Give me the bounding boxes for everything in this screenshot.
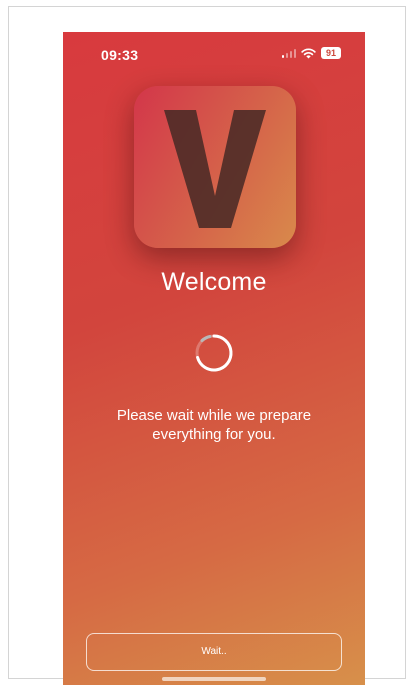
wait-button[interactable]: Wait.. (86, 633, 342, 671)
app-logo-icon (134, 86, 296, 248)
wait-message: Please wait while we prepare everything … (93, 406, 335, 444)
battery-icon: 91 (321, 47, 341, 59)
signal-icon (281, 48, 296, 58)
wait-message-line-2: everything for you. (152, 426, 276, 443)
wait-message-line-1: Please wait while we prepare (116, 407, 312, 424)
phone-screen: 09:33 91 Welcome Please wait while we pr… (63, 32, 365, 685)
status-bar: 09:33 91 (63, 32, 365, 76)
wifi-icon (301, 47, 316, 59)
status-icons: 91 (281, 47, 341, 59)
loading-spinner-icon (192, 331, 236, 375)
home-indicator[interactable] (162, 677, 266, 681)
status-time: 09:33 (101, 47, 139, 63)
welcome-title: Welcome (161, 268, 267, 296)
